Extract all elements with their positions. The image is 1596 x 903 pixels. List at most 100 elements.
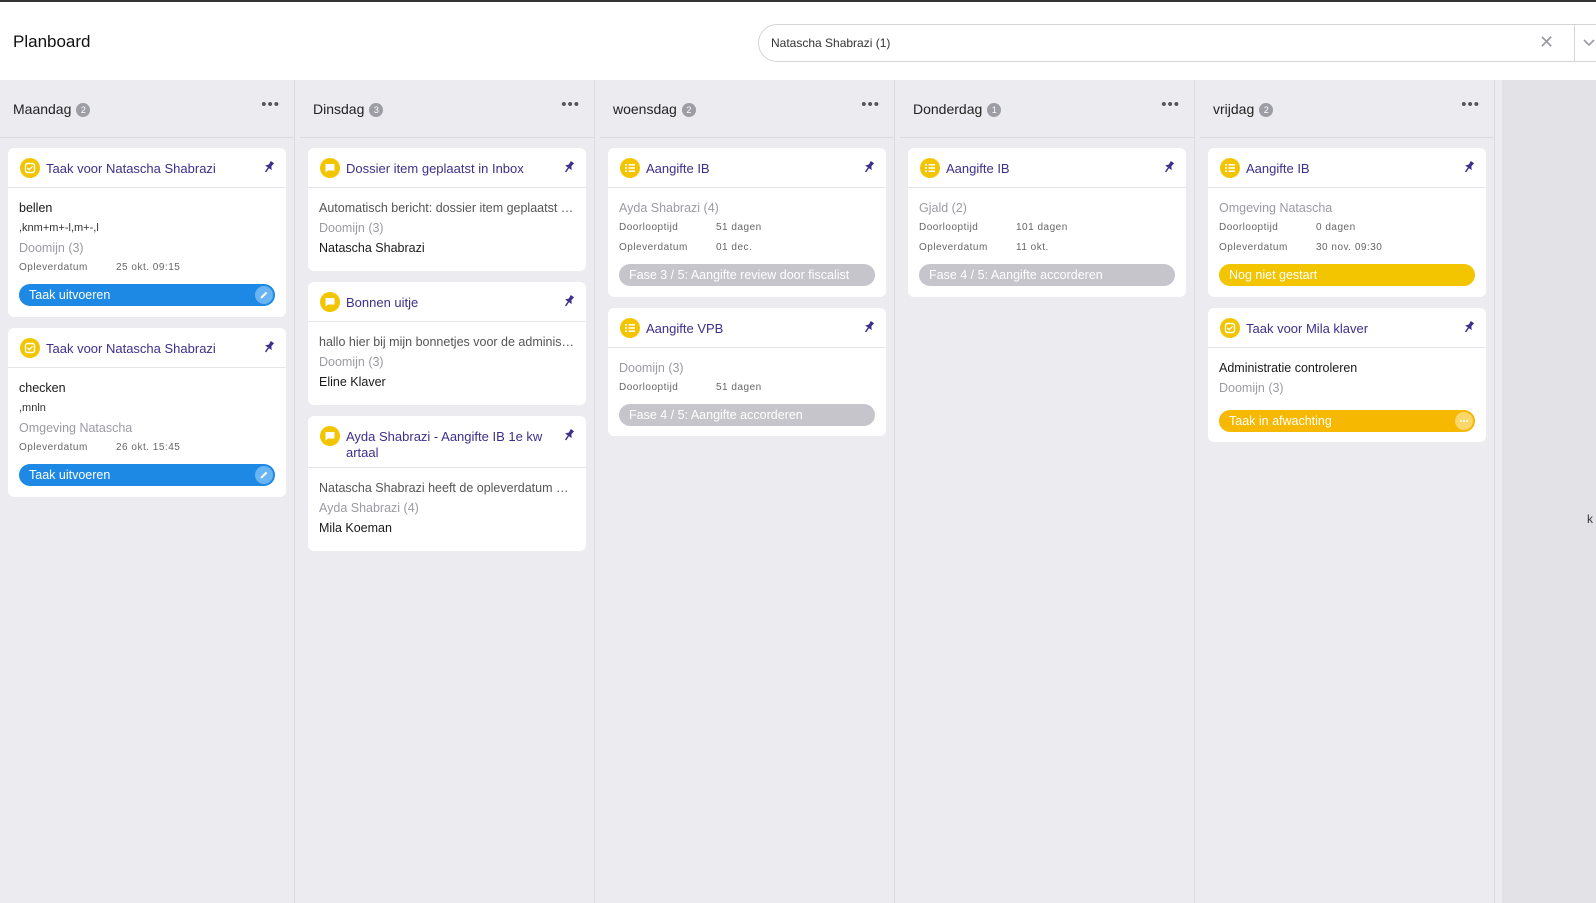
column-header: woensdag 2 •••: [600, 80, 894, 138]
message-icon: [320, 426, 340, 446]
execute-task-button[interactable]: Taak uitvoeren: [19, 284, 275, 306]
card-title[interactable]: Aangifte IB: [646, 161, 856, 177]
pin-icon[interactable]: [1162, 160, 1176, 174]
card-client: Omgeving Natascha: [19, 421, 133, 435]
planboard: Maandag 2 ••• Taak voor Natascha Shabrazi…: [0, 80, 1596, 903]
column-header: vrijdag 2 •••: [1200, 80, 1494, 138]
phase-badge[interactable]: Fase 4 / 5: Aangifte accorderen: [619, 404, 875, 426]
card-title[interactable]: Aangifte VPB: [646, 321, 856, 337]
pin-icon[interactable]: [862, 160, 876, 174]
due-date: Opleverdatum 01 dec.: [619, 242, 753, 253]
card-client: Omgeving Natascha: [1219, 201, 1333, 215]
column-donderdag: Donderdag 1 ••• Aangifte IB Gjald (2) Doo…: [900, 80, 1195, 903]
pin-icon[interactable]: [562, 294, 576, 308]
task-card[interactable]: Taak voor Natascha Shabrazi checken ,mnl…: [8, 328, 286, 497]
card-client: Doomijn (3): [19, 241, 84, 255]
workflow-card[interactable]: Aangifte IB Ayda Shabrazi (4) Doorloopti…: [608, 148, 886, 297]
lead-time: Doorlooptijd 51 dagen: [619, 382, 762, 393]
card-person: Mila Koeman: [319, 521, 392, 535]
card-text: hallo hier bij mijn bonnetjes voor de ad…: [319, 335, 575, 349]
card-text: ,knm+m+-l,m+-,l: [19, 222, 99, 234]
card-title[interactable]: Bonnen uitje: [346, 295, 556, 311]
task-icon: [20, 338, 40, 358]
card-client: Doomijn (3): [619, 361, 684, 375]
card-title[interactable]: Taak voor Natascha Shabrazi: [46, 341, 256, 357]
lead-time: Doorlooptijd 101 dagen: [919, 222, 1068, 233]
due-date: Opleverdatum 11 okt.: [919, 242, 1049, 253]
card-text: Administratie controleren: [1219, 361, 1358, 375]
card-text: Automatisch bericht: dossier item geplaa…: [319, 201, 575, 215]
more-icon[interactable]: [1455, 412, 1473, 430]
column-title: woensdag: [613, 101, 677, 117]
lead-time: Doorlooptijd 0 dagen: [1219, 222, 1356, 233]
workflow-card[interactable]: Aangifte IB Gjald (2) Doorlooptijd 101 da…: [908, 148, 1186, 297]
message-card[interactable]: Ayda Shabrazi - Aangifte IB 1e kw artaal…: [308, 416, 586, 551]
column-header: Maandag 2 •••: [0, 80, 294, 138]
list-icon: [1220, 158, 1240, 178]
task-card[interactable]: Taak voor Mila klaver Administratie cont…: [1208, 308, 1486, 442]
card-title[interactable]: Ayda Shabrazi - Aangifte IB 1e kw artaal: [346, 429, 556, 461]
column-dinsdag: Dinsdag 3 ••• Dossier item geplaatst in I…: [300, 80, 595, 903]
column-menu-icon[interactable]: •••: [1161, 96, 1180, 113]
due-date: Opleverdatum 30 nov. 09:30: [1219, 242, 1383, 253]
edit-icon[interactable]: [255, 466, 273, 484]
column-menu-icon[interactable]: •••: [561, 96, 580, 113]
card-title[interactable]: Aangifte IB: [946, 161, 1156, 177]
column-header: Dinsdag 3 •••: [300, 80, 594, 138]
pin-icon[interactable]: [562, 160, 576, 174]
phase-badge[interactable]: Fase 4 / 5: Aangifte accorderen: [919, 264, 1175, 286]
task-card[interactable]: Taak voor Natascha Shabrazi bellen ,knm+…: [8, 148, 286, 317]
card-title[interactable]: Dossier item geplaatst in Inbox: [346, 161, 556, 177]
pin-icon[interactable]: [1462, 320, 1476, 334]
column-woensdag: woensdag 2 ••• Aangifte IB Ayda Shabrazi …: [600, 80, 895, 903]
list-icon: [620, 318, 640, 338]
column-count-badge: 1: [987, 103, 1002, 117]
message-card[interactable]: Dossier item geplaatst in Inbox Automati…: [308, 148, 586, 271]
card-text: Natascha Shabrazi heeft de opleverdatum …: [319, 481, 575, 495]
chevron-down-icon[interactable]: [1581, 34, 1596, 50]
workflow-card[interactable]: Aangifte IB Omgeving Natascha Doorloopti…: [1208, 148, 1486, 297]
card-title[interactable]: Aangifte IB: [1246, 161, 1456, 177]
clipped-text: k: [1587, 512, 1593, 526]
pin-icon[interactable]: [862, 320, 876, 334]
card-person: Natascha Shabrazi: [319, 241, 425, 255]
pin-icon[interactable]: [562, 428, 576, 442]
card-client: Ayda Shabrazi (4): [319, 501, 419, 515]
pin-icon[interactable]: [262, 340, 276, 354]
card-client: Doomijn (3): [1219, 381, 1284, 395]
task-icon: [20, 158, 40, 178]
due-date: Opleverdatum 25 okt. 09:15: [19, 262, 181, 273]
due-date: Opleverdatum 26 okt. 15:45: [19, 442, 181, 453]
select-divider: [1574, 25, 1575, 61]
board-overflow-area: k: [1502, 80, 1596, 903]
card-title[interactable]: Taak voor Natascha Shabrazi: [46, 161, 256, 177]
lead-time: Doorlooptijd 51 dagen: [619, 222, 762, 233]
clear-filter-icon[interactable]: ✕: [1539, 32, 1554, 53]
column-title: vrijdag: [1213, 101, 1255, 117]
pin-icon[interactable]: [1462, 160, 1476, 174]
column-menu-icon[interactable]: •••: [261, 96, 280, 113]
execute-task-button[interactable]: Taak uitvoeren: [19, 464, 275, 486]
status-badge[interactable]: Nog niet gestart: [1219, 264, 1475, 286]
task-waiting-button[interactable]: Taak in afwachting: [1219, 410, 1475, 432]
pin-icon[interactable]: [262, 160, 276, 174]
edit-icon[interactable]: [255, 286, 273, 304]
column-count-badge: 3: [369, 103, 384, 117]
card-title[interactable]: Taak voor Mila klaver: [1246, 321, 1456, 337]
card-client: Ayda Shabrazi (4): [619, 201, 719, 215]
column-menu-icon[interactable]: •••: [1461, 96, 1480, 113]
card-text: checken: [19, 381, 66, 395]
column-count-badge: 2: [1259, 103, 1274, 117]
workflow-card[interactable]: Aangifte VPB Doomijn (3) Doorlooptijd 51 …: [608, 308, 886, 436]
card-client: Gjald (2): [919, 201, 967, 215]
column-header: Donderdag 1 •••: [900, 80, 1194, 138]
page-title: Planboard: [13, 32, 91, 51]
message-card[interactable]: Bonnen uitje hallo hier bij mijn bonnetj…: [308, 282, 586, 405]
user-filter-select[interactable]: Natascha Shabrazi (1) ✕: [758, 24, 1596, 62]
column-maandag: Maandag 2 ••• Taak voor Natascha Shabrazi…: [0, 80, 295, 903]
task-icon: [1220, 318, 1240, 338]
phase-badge[interactable]: Fase 3 / 5: Aangifte review door fiscali…: [619, 264, 875, 286]
column-vrijdag: vrijdag 2 ••• Aangifte IB Omgeving Natasc…: [1200, 80, 1495, 903]
card-text: bellen: [19, 201, 53, 215]
column-menu-icon[interactable]: •••: [861, 96, 880, 113]
